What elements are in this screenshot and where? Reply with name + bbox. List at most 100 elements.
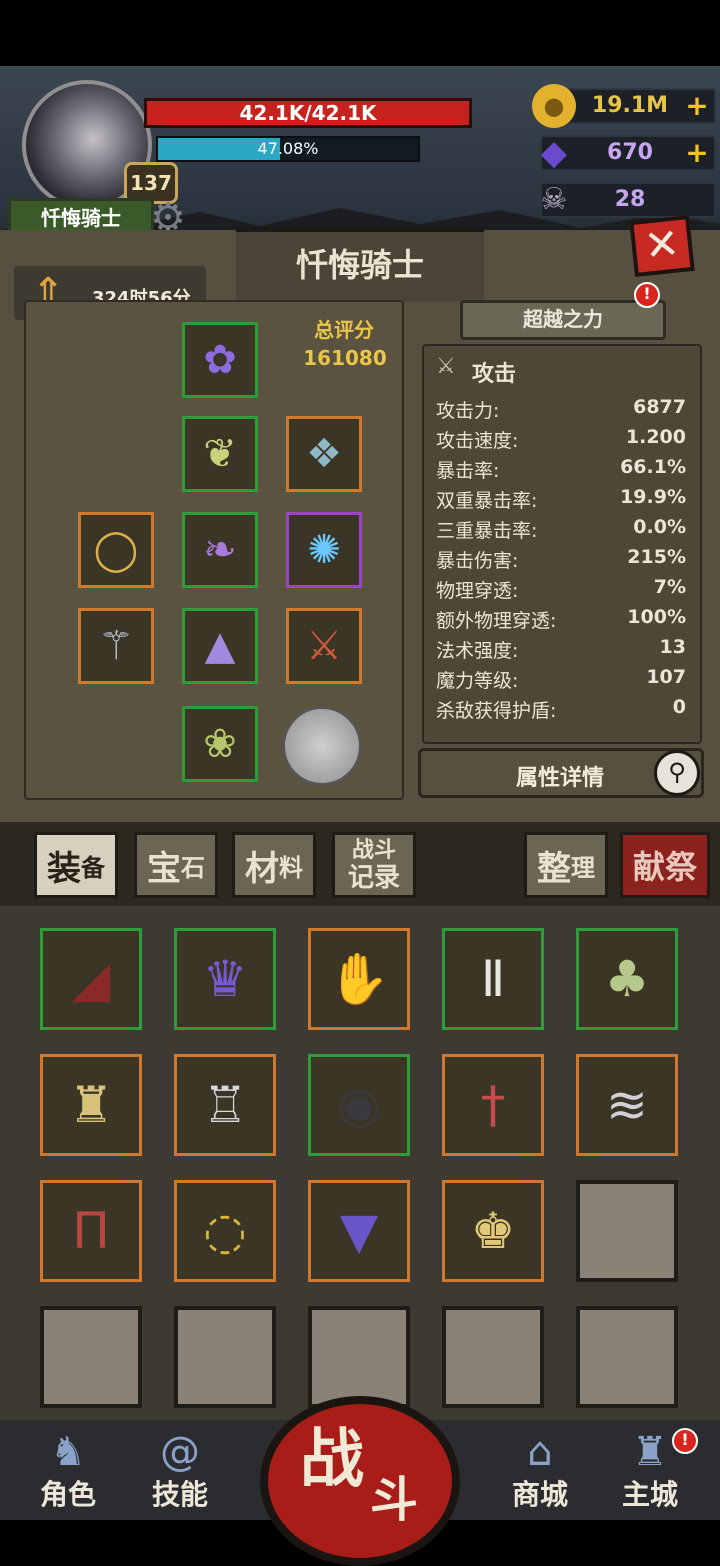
tab-sacrifice[interactable]: 献祭 — [620, 832, 710, 898]
stat-row: 攻击速度: 1.200 — [436, 426, 686, 456]
tab-battle-log[interactable]: 战斗 记录 — [332, 832, 416, 898]
inventory-item[interactable]: Ⅱ — [442, 928, 544, 1030]
empty-seal-slot[interactable] — [282, 706, 362, 786]
cape-icon: ❦ — [203, 431, 237, 477]
inventory-item[interactable]: ✋ — [308, 928, 410, 1030]
inventory-item[interactable]: ♛ — [174, 928, 276, 1030]
tab-materials-small: 料 — [279, 853, 303, 882]
close-button[interactable]: ✕ — [629, 215, 695, 277]
tab-gems-small: 石 — [181, 853, 205, 882]
stat-row: 法术强度: 13 — [436, 636, 686, 666]
gold-value: 19.1M — [591, 93, 669, 118]
equip-slot-boots[interactable]: ❀ — [182, 706, 258, 782]
flower-amulet-icon: ✿ — [203, 337, 237, 383]
stat-label: 三重暴击率: — [436, 520, 538, 542]
transcend-power-button[interactable]: 超越之力 — [460, 300, 666, 340]
inventory-empty-slot[interactable] — [442, 1306, 544, 1408]
magic-orb-icon: ✺ — [307, 527, 341, 573]
crystal-counter: ◆ 670 + — [540, 133, 716, 173]
leaf-boots-icon: ♣ — [604, 950, 650, 1008]
inventory-empty-slot[interactable] — [576, 1306, 678, 1408]
inventory-item[interactable]: † — [442, 1054, 544, 1156]
mp-bar: 47.08% — [156, 136, 420, 162]
inventory-item[interactable]: ≋ — [576, 1054, 678, 1156]
crystal-cluster-icon: ❖ — [306, 431, 342, 477]
crystal-add-button[interactable]: + — [682, 137, 712, 169]
battle-label-1: 战 — [300, 1423, 364, 1497]
skirt-icon: ▲ — [204, 623, 236, 669]
inventory-item[interactable]: ◌ — [174, 1180, 276, 1282]
nav-role[interactable]: ♞ 角色 — [18, 1426, 118, 1516]
gold-coin-icon: ● — [532, 84, 576, 128]
inventory-item[interactable]: Π — [40, 1180, 142, 1282]
gold-bracelet-icon: ◌ — [203, 1202, 247, 1260]
equip-slot-amulet[interactable]: ✿ — [182, 322, 258, 398]
equip-slot-belt[interactable]: ❧ — [182, 512, 258, 588]
nav-skill-label: 技能 — [151, 1478, 208, 1511]
inventory-empty-slot[interactable] — [174, 1306, 276, 1408]
total-score-value: 161080 — [303, 346, 387, 370]
inventory-item[interactable]: ♣ — [576, 928, 678, 1030]
nav-skill[interactable]: @ 技能 — [130, 1426, 230, 1516]
inventory-item[interactable]: ▼ — [308, 1180, 410, 1282]
inventory-item[interactable]: ♜ — [40, 1054, 142, 1156]
stat-value: 100% — [627, 606, 686, 628]
total-score-label: 总评分 — [314, 318, 374, 342]
equip-slot-orb[interactable]: ✺ — [286, 512, 362, 588]
stats-section-title: 攻击 — [472, 362, 517, 387]
stat-label: 物理穿透: — [436, 580, 519, 602]
tab-materials[interactable]: 材料 — [232, 832, 316, 898]
equip-slot-cape[interactable]: ❦ — [182, 416, 258, 492]
stat-label: 双重暴击率: — [436, 490, 538, 512]
panel-title: 忏悔骑士 — [295, 246, 424, 284]
inventory-item[interactable]: ◢ — [40, 928, 142, 1030]
stat-value: 107 — [646, 666, 686, 688]
inventory-empty-slot[interactable] — [576, 1180, 678, 1282]
status-bar — [0, 0, 720, 66]
tab-gems[interactable]: 宝石 — [134, 832, 218, 898]
ram-skull-value: 28 — [614, 187, 646, 212]
inventory-empty-slot[interactable] — [40, 1306, 142, 1408]
stat-row: 杀敌获得护盾: 0 — [436, 696, 686, 726]
nav-role-label: 角色 — [39, 1478, 96, 1511]
tab-equipment[interactable]: 装备 — [34, 832, 118, 898]
stat-row: 三重暴击率: 0.0% — [436, 516, 686, 546]
inventory-empty-slot[interactable] — [308, 1306, 410, 1408]
crossed-weapons-icon: ⚔ — [306, 623, 342, 669]
inventory-item[interactable]: ♖ — [174, 1054, 276, 1156]
stat-row: 双重暴击率: 19.9% — [436, 486, 686, 516]
tab-equipment-small: 备 — [81, 853, 105, 882]
nav-shop-label: 商城 — [511, 1478, 568, 1511]
equip-slot-gem[interactable]: ❖ — [286, 416, 362, 492]
equip-slot-bracelet[interactable]: ◯ — [78, 512, 154, 588]
inventory-item[interactable]: ◉ — [308, 1054, 410, 1156]
stat-value: 6877 — [633, 396, 686, 418]
stat-label: 魔力等级: — [436, 670, 519, 692]
sash-icon: ❧ — [203, 527, 237, 573]
tab-equipment-big: 装 — [47, 848, 81, 889]
equip-slot-weapon[interactable]: ⚚ — [78, 608, 154, 684]
tab-sort[interactable]: 整理 — [524, 832, 608, 898]
stat-value: 1.200 — [625, 426, 686, 448]
stat-label: 杀敌获得护盾: — [436, 700, 557, 722]
helmet-icon: ♞ — [50, 1429, 86, 1475]
ram-skull-counter: ☠ 28 — [540, 182, 716, 218]
ram-skull-icon: ☠ — [540, 182, 568, 217]
claw-weapon-icon: ≋ — [606, 1076, 648, 1134]
magnifier-icon[interactable]: ⚲ — [654, 750, 700, 796]
inventory-item[interactable]: ♚ — [442, 1180, 544, 1282]
equip-slot-skirt[interactable]: ▲ — [182, 608, 258, 684]
red-cape-icon: ◢ — [71, 950, 111, 1008]
stat-label: 暴击率: — [436, 460, 500, 482]
nav-shop[interactable]: ⌂ 商城 — [490, 1426, 590, 1516]
stat-label: 攻击力: — [436, 400, 500, 422]
nav-city-label: 主城 — [621, 1478, 678, 1511]
stat-row: 暴击率: 66.1% — [436, 456, 686, 486]
purple-crystal-icon: ◆ — [540, 133, 568, 173]
winged-helm-icon: ♜ — [68, 1076, 114, 1134]
transcend-alert-icon: ! — [634, 282, 660, 308]
equip-slot-offhand[interactable]: ⚔ — [286, 608, 362, 684]
hp-bar: 42.1K/42.1K — [144, 98, 472, 128]
gold-add-button[interactable]: + — [682, 90, 712, 122]
vine-boots-icon: ❀ — [203, 721, 237, 767]
